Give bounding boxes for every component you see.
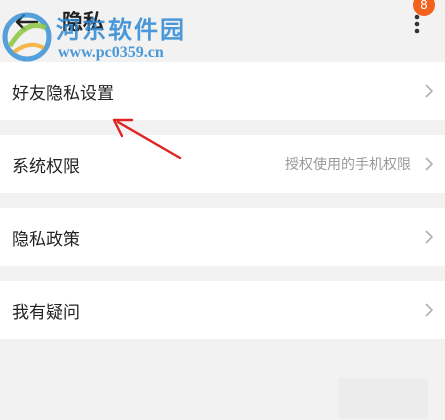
watermark-url: www.pc0359.cn [58,44,164,61]
list-item-friend-privacy[interactable]: 好友隐私设置 [0,62,445,120]
watermark: 河东软件园 www.pc0359.cn [0,4,210,68]
notification-badge: 8 [413,0,435,16]
chevron-right-icon [425,303,433,317]
list-item-system-permissions[interactable]: 系统权限 授权使用的手机权限 [0,135,445,193]
list-item-label: 好友隐私设置 [12,83,114,104]
chevron-right-icon [425,84,433,98]
list-item-questions[interactable]: 我有疑问 [0,281,445,339]
list-item-label: 系统权限 [12,156,80,177]
blurred-region [338,378,428,418]
watermark-name: 河东软件园 [56,16,186,44]
list-item-value: 授权使用的手机权限 [285,157,411,173]
more-vertical-icon [414,14,420,34]
annotation-arrow-icon [112,118,182,160]
chevron-right-icon [425,230,433,244]
list-item-label: 隐私政策 [12,229,80,250]
chevron-right-icon [425,157,433,171]
watermark-logo [2,12,52,62]
privacy-screen: 隐私 8 河东软件园 www.pc0359.cn 好友隐私设置 系统权限 授权使… [0,0,445,420]
list-item-privacy-policy[interactable]: 隐私政策 [0,208,445,266]
list-item-label: 我有疑问 [12,302,80,323]
